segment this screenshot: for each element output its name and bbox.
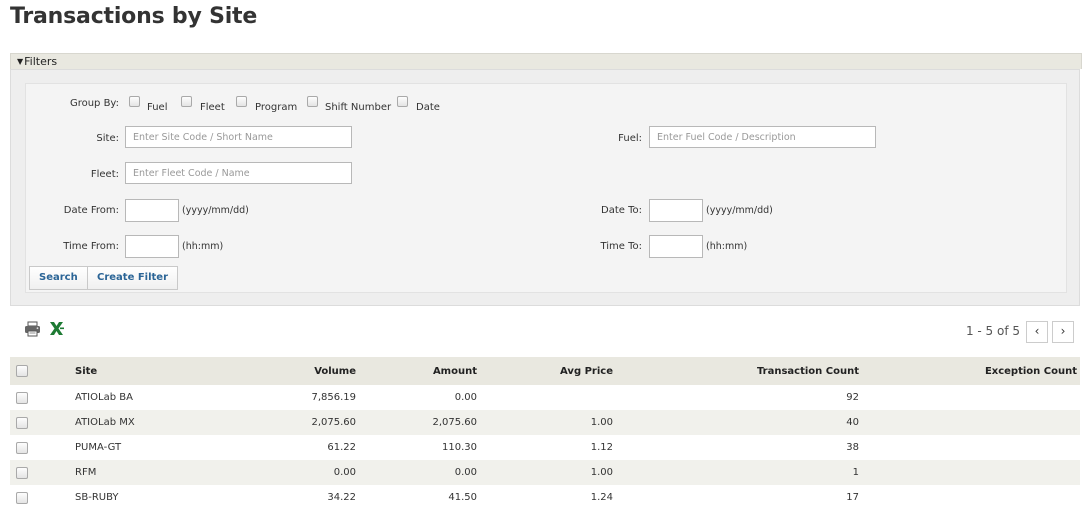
time-to-input[interactable] (649, 235, 703, 258)
row-checkbox[interactable] (16, 491, 28, 504)
filters-toggle[interactable]: ▼Filters (17, 54, 57, 69)
pager-next-button[interactable]: › (1052, 321, 1074, 343)
avg-price-cell (482, 385, 618, 410)
fleet-input[interactable] (125, 162, 352, 184)
group-by-shift-number-label: Shift Number (325, 102, 392, 113)
pager-summary: 1 - 5 of 5 (965, 324, 1020, 338)
select-all-cell (10, 357, 47, 385)
group-by-program-label: Program (255, 102, 298, 113)
avg-price-cell: 1.12 (590, 442, 613, 453)
create-filter-button[interactable]: Create Filter (87, 266, 179, 290)
row-select-cell (10, 435, 47, 460)
transaction-count-cell: 1 (618, 460, 864, 485)
site-cell: RFM (47, 460, 206, 485)
row-select-cell (10, 385, 47, 410)
volume-cell: 34.22 (327, 492, 356, 503)
group-by-fuel-checkbox[interactable] (129, 96, 140, 107)
date-from-hint: (yyyy/mm/dd) (182, 205, 249, 216)
amount-cell: 0.00 (361, 460, 482, 485)
caret-down-icon: ▼ (17, 57, 24, 66)
date-to-label: Date To: (601, 205, 642, 216)
filters-form: Group By: Fuel Fleet Program Shift Numbe… (25, 83, 1067, 293)
table-row[interactable]: RFM 0.00 0.00 1.00 1 (10, 460, 1080, 485)
filters-panel: Group By: Fuel Fleet Program Shift Numbe… (10, 69, 1080, 306)
group-by-date-label: Date (416, 102, 440, 113)
row-checkbox[interactable] (16, 441, 28, 454)
column-header-site[interactable]: Site (47, 357, 206, 385)
group-by-fleet-label: Fleet (200, 102, 225, 113)
pager-prev-button[interactable]: ‹ (1026, 321, 1048, 343)
group-by-shift-number-checkbox[interactable] (307, 96, 318, 107)
table-row[interactable]: SB-RUBY 34.22 41.50 1.24 17 (10, 485, 1080, 510)
exception-count-cell (864, 485, 1080, 510)
printer-icon[interactable] (24, 321, 41, 337)
filters-header: ▼Filters (10, 53, 1082, 69)
site-input[interactable] (125, 126, 352, 148)
site-cell: ATIOLab BA (75, 392, 133, 403)
row-select-cell (10, 460, 47, 485)
row-checkbox[interactable] (16, 416, 28, 429)
excel-export-icon[interactable] (49, 321, 65, 336)
amount-cell: 0.00 (454, 392, 477, 403)
transaction-count-cell: 38 (846, 442, 859, 453)
exception-count-cell (864, 460, 1080, 485)
page-title: Transactions by Site (10, 4, 258, 29)
column-header-exception-count[interactable]: Exception Count (864, 357, 1080, 385)
table-row[interactable]: ATIOLab MX 2,075.60 2,075.60 1.00 40 (10, 410, 1080, 435)
amount-cell: 41.50 (448, 492, 477, 503)
volume-cell: 2,075.60 (206, 410, 361, 435)
fuel-label: Fuel: (618, 133, 642, 144)
amount-cell: 110.30 (442, 442, 477, 453)
transaction-count-cell: 40 (618, 410, 864, 435)
volume-cell: 0.00 (206, 460, 361, 485)
date-to-hint: (yyyy/mm/dd) (706, 205, 773, 216)
column-header-avg-price[interactable]: Avg Price (482, 357, 618, 385)
column-header-volume[interactable]: Volume (206, 357, 361, 385)
exception-count-cell (864, 410, 1080, 435)
site-cell: SB-RUBY (75, 492, 119, 503)
group-by-date-checkbox[interactable] (397, 96, 408, 107)
fuel-input[interactable] (649, 126, 876, 148)
time-from-label: Time From: (63, 241, 119, 252)
group-by-program-checkbox[interactable] (236, 96, 247, 107)
fleet-label: Fleet: (90, 169, 119, 180)
table-row[interactable]: PUMA-GT 61.22 110.30 1.12 38 (10, 435, 1080, 460)
date-to-input[interactable] (649, 199, 703, 222)
column-header-amount[interactable]: Amount (361, 357, 482, 385)
row-checkbox[interactable] (16, 466, 28, 479)
exception-count-cell (864, 385, 1080, 410)
exception-count-cell (864, 435, 1080, 460)
site-cell: ATIOLab MX (47, 410, 206, 435)
site-cell: PUMA-GT (75, 442, 122, 453)
table-header-row: Site Volume Amount Avg Price Transaction… (10, 357, 1080, 385)
time-to-hint: (hh:mm) (706, 241, 748, 252)
time-from-hint: (hh:mm) (182, 241, 224, 252)
group-by-fleet-checkbox[interactable] (181, 96, 192, 107)
row-select-cell (10, 485, 47, 510)
group-by-fuel-label: Fuel (147, 102, 168, 113)
avg-price-cell: 1.24 (590, 492, 613, 503)
column-header-transaction-count[interactable]: Transaction Count (618, 357, 864, 385)
select-all-checkbox[interactable] (16, 365, 28, 377)
volume-cell: 61.22 (327, 442, 356, 453)
volume-cell: 7,856.19 (311, 392, 356, 403)
date-from-input[interactable] (125, 199, 179, 222)
site-label: Site: (96, 133, 119, 144)
search-button[interactable]: Search (29, 266, 88, 290)
transaction-count-cell: 17 (846, 492, 859, 503)
table-row[interactable]: ATIOLab BA 7,856.19 0.00 92 (10, 385, 1080, 410)
row-select-cell (10, 410, 47, 435)
avg-price-cell: 1.00 (482, 460, 618, 485)
time-from-input[interactable] (125, 235, 179, 258)
amount-cell: 2,075.60 (361, 410, 482, 435)
time-to-label: Time To: (600, 241, 642, 252)
filters-toggle-label: Filters (24, 55, 58, 68)
transaction-count-cell: 92 (846, 392, 859, 403)
avg-price-cell: 1.00 (482, 410, 618, 435)
transactions-table: Site Volume Amount Avg Price Transaction… (10, 357, 1080, 510)
date-from-label: Date From: (63, 205, 119, 216)
group-by-label: Group By: (69, 98, 119, 109)
row-checkbox[interactable] (16, 391, 28, 404)
